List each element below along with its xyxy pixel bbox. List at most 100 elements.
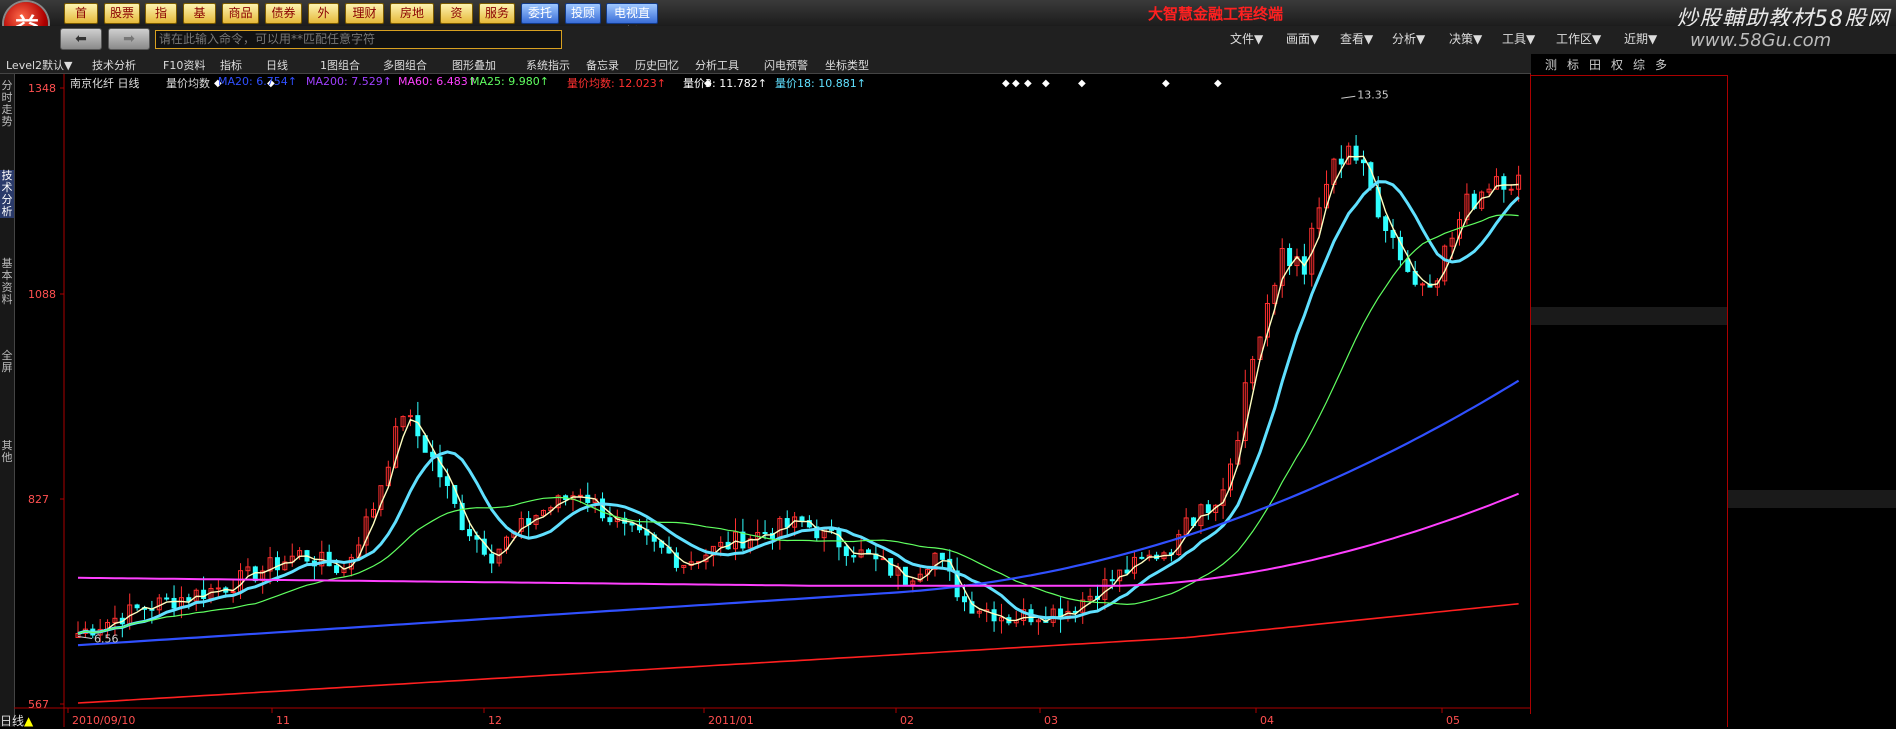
event-marker: ◆ — [1012, 78, 1020, 89]
candle-body — [1287, 247, 1293, 267]
menu-item[interactable]: 工作区▼ — [1556, 30, 1601, 47]
y-tick-label: 567 — [28, 698, 49, 711]
nav-button[interactable]: 债券 — [265, 3, 302, 24]
y-tick-label: 1088 — [28, 288, 56, 301]
toolbar-button[interactable]: 多图组合 — [383, 57, 427, 73]
ma-legend-item: MA60: 6.483↑ — [398, 75, 477, 88]
candle-body — [1360, 159, 1366, 164]
quote-tab[interactable]: 权 — [1611, 56, 1623, 73]
brand-url: www.58Gu.com — [1690, 30, 1832, 51]
toolbar-button[interactable]: 技术分析 — [92, 57, 136, 73]
toolbar-button[interactable]: 日线 — [266, 57, 288, 73]
quote-tab[interactable]: 多 — [1655, 56, 1667, 73]
toolbar-button[interactable]: 图形叠加 — [452, 57, 496, 73]
y-tick-label: 827 — [28, 493, 49, 506]
side-tab[interactable]: 全屏 — [0, 350, 14, 374]
app-title: 大智慧金融工程终端 — [1148, 5, 1284, 23]
side-tab[interactable]: 其他 — [0, 440, 14, 464]
arrow-left-icon: ⬅ — [75, 31, 87, 47]
menu-item[interactable]: 近期▼ — [1624, 30, 1657, 47]
ma-legend-item: MA25: 9.980↑ — [470, 75, 549, 88]
event-marker: ◆ — [1214, 78, 1222, 89]
divider — [1531, 75, 1727, 76]
toolbar-button[interactable]: 1图组合 — [320, 57, 360, 73]
candle-body — [1383, 216, 1389, 231]
event-marker: ◆ — [1042, 78, 1050, 89]
candle-body — [607, 517, 613, 523]
arrow-right-icon: ➡ — [123, 31, 135, 47]
period-text: 日线 — [0, 714, 25, 728]
kline-chart[interactable]: 1348 1088 827 567 2010/09/10 11 12 2011/01 02 03 0… — [14, 74, 1530, 727]
menu-item[interactable]: 分析▼ — [1392, 30, 1425, 47]
ma-legend-item: MA200: 7.529↑ — [306, 75, 392, 88]
menu-item[interactable]: 决策▼ — [1449, 30, 1482, 47]
nav-button[interactable]: 房地产 — [390, 3, 434, 39]
toolbar-button[interactable]: 闪电预警 — [764, 57, 808, 73]
nav-button[interactable]: 资讯 — [440, 3, 473, 39]
candle-body — [799, 516, 805, 522]
toolbar-button[interactable]: 历史回忆 — [635, 57, 679, 73]
period-label[interactable]: 日线▲ — [0, 712, 33, 729]
candle-body — [134, 604, 140, 609]
back-button[interactable]: ⬅ — [60, 28, 102, 50]
menu-item[interactable]: 文件▼ — [1230, 30, 1263, 47]
nav-button[interactable]: 服务 — [479, 3, 515, 24]
nav-button[interactable]: 基金 — [183, 3, 216, 39]
y-tick-label: 1348 — [28, 82, 56, 95]
high-marker-line — [1341, 95, 1356, 99]
menu-item[interactable]: 画面▼ — [1286, 30, 1319, 47]
quote-tab[interactable]: 测 — [1545, 56, 1557, 73]
toolbar-button[interactable]: F10资料 — [163, 57, 205, 73]
candle-body — [444, 476, 450, 486]
quote-tab[interactable]: 田 — [1589, 56, 1601, 73]
toolbar-button[interactable]: Level2默认▼ — [6, 57, 73, 73]
toolbar-button[interactable]: 分析工具 — [695, 57, 739, 73]
kline-chart-area[interactable]: 1348 1088 827 567 2010/09/10 11 12 2011/01 02 03 0… — [14, 74, 1531, 727]
nav-button[interactable]: 股票 — [104, 3, 140, 24]
side-tab[interactable]: 技术分析 — [0, 170, 14, 218]
candle-body — [489, 553, 495, 564]
quote-tab[interactable]: 标 — [1567, 56, 1579, 73]
ma-line-20 — [77, 379, 1520, 647]
nav-button[interactable]: 外汇 — [308, 3, 339, 39]
x-tick-label: 2011/01 — [708, 714, 754, 727]
ma-line-18 — [77, 180, 1520, 635]
toolbar-button[interactable]: 备忘录 — [586, 57, 619, 73]
candle-body — [326, 551, 332, 567]
x-tick-label: 11 — [276, 714, 290, 727]
candle-body — [962, 596, 968, 603]
nav-button[interactable]: 委托 — [521, 3, 559, 24]
quote-tab[interactable]: 综 — [1633, 56, 1645, 73]
quote-panel — [1531, 54, 1896, 727]
candle-body — [1338, 158, 1344, 165]
nav-button[interactable]: 指数 — [145, 3, 177, 39]
toolbar-button[interactable]: 指标 — [220, 57, 242, 73]
ma-legend-item: 量价18: 10.881↑ — [775, 77, 866, 90]
candle-body — [467, 529, 473, 537]
ma-line-red — [77, 603, 1519, 704]
nav-button[interactable]: 电视直播 — [606, 3, 658, 39]
nav-button[interactable]: 首页 — [64, 3, 98, 39]
nav-button[interactable]: 投顾 — [565, 3, 601, 24]
candle-body — [888, 558, 894, 576]
candle-body — [1405, 259, 1411, 272]
candle-body — [585, 494, 591, 503]
high-marker-label: 13.35 — [1357, 88, 1389, 101]
toolbar-button[interactable]: 系统指示 — [526, 57, 570, 73]
side-tab[interactable]: 分时走势 — [0, 80, 14, 128]
candle-body — [407, 415, 413, 418]
candle-body — [171, 597, 177, 609]
ma-legend-item: 量价3: 11.782↑ — [683, 77, 767, 90]
candle-body — [577, 494, 583, 497]
forward-button[interactable]: ➡ — [108, 28, 150, 50]
candle-body — [843, 546, 849, 557]
ma-legend-item: MA20: 6.754↑ — [218, 75, 297, 88]
toolbar-button[interactable]: 坐标类型 — [825, 57, 869, 73]
side-tab[interactable]: 基本资料 — [0, 258, 14, 306]
nav-button[interactable]: 商品 — [222, 3, 259, 24]
command-input[interactable]: 请在此输入命令，可以用**匹配任意字符 — [155, 30, 562, 49]
nav-button[interactable]: 理财 — [345, 3, 384, 24]
menu-item[interactable]: 工具▼ — [1502, 30, 1535, 47]
menu-item[interactable]: 查看▼ — [1340, 30, 1373, 47]
candle-body — [215, 587, 221, 590]
